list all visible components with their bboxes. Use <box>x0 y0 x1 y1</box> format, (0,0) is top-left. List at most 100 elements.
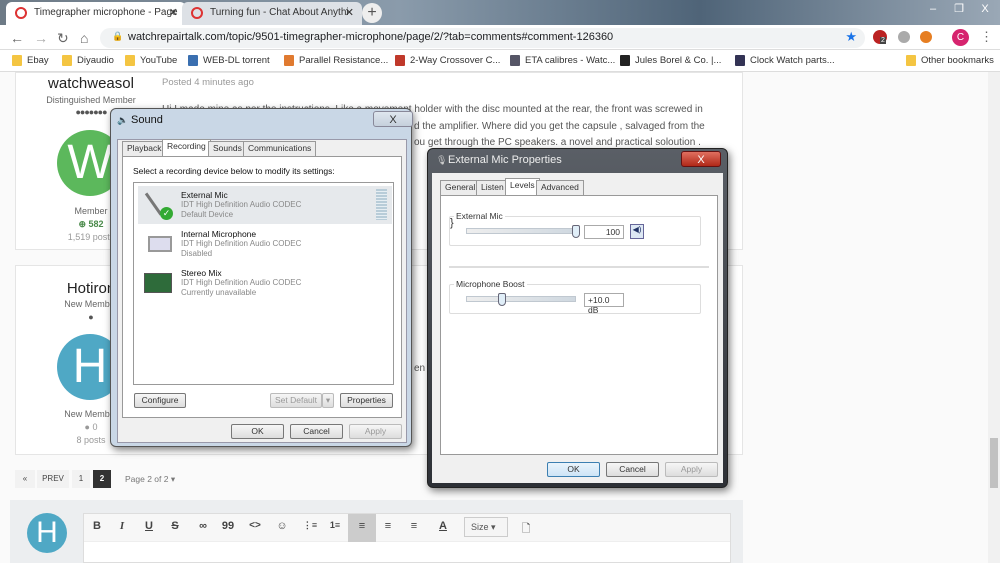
ok-button[interactable]: OK <box>547 462 600 477</box>
maximize-button[interactable]: ❐ <box>946 0 972 18</box>
link-icon[interactable]: ∞ <box>193 520 213 532</box>
tab-playback[interactable]: Playback <box>122 141 167 156</box>
instruction-text: Select a recording device below to modif… <box>133 166 335 176</box>
align-right-icon[interactable]: ≡ <box>404 520 424 532</box>
site-favicon <box>15 7 27 19</box>
emoji-icon[interactable]: ☺ <box>272 520 292 532</box>
device-status: Currently unavailable <box>181 288 257 297</box>
recording-panel: Select a recording device below to modif… <box>122 156 402 418</box>
set-default-button[interactable]: Set Default <box>270 393 322 408</box>
laptop-microphone-icon <box>142 228 174 260</box>
speaker-icon: 🔈 <box>117 115 129 125</box>
boost-value: +10.0 dB <box>584 293 624 315</box>
code-icon[interactable]: <> <box>245 520 265 531</box>
cancel-button[interactable]: Cancel <box>290 424 343 439</box>
bookmark-clock-watch-parts[interactable]: Clock Watch parts... <box>735 55 835 66</box>
underline-button[interactable]: U <box>139 520 159 532</box>
profile-avatar[interactable]: C <box>952 29 969 46</box>
close-tab-icon[interactable]: ✕ <box>345 6 354 19</box>
other-bookmarks[interactable]: Other bookmarks <box>906 55 994 66</box>
align-center-icon[interactable]: ≡ <box>378 520 398 532</box>
numbered-list-icon[interactable]: 1≡ <box>325 520 345 530</box>
bookmark-youtube[interactable]: YouTube <box>125 55 177 66</box>
minimize-button[interactable]: – <box>920 0 946 18</box>
bookmark-ebay[interactable]: Ebay <box>12 55 49 66</box>
apply-button[interactable]: Apply <box>349 424 402 439</box>
tab-sounds[interactable]: Sounds <box>208 141 247 156</box>
boost-slider-thumb[interactable] <box>498 293 507 306</box>
tab-general[interactable]: General <box>440 180 481 195</box>
tab-listen[interactable]: Listen <box>476 180 509 195</box>
close-window-button[interactable]: X <box>972 0 998 18</box>
italic-button[interactable]: I <box>112 520 132 532</box>
prev-page-button[interactable]: PREV <box>37 470 69 488</box>
boost-slider[interactable] <box>466 296 576 302</box>
tab-levels[interactable]: Levels <box>505 178 540 195</box>
dialog-body: General Listen Levels Advanced External … <box>432 173 723 483</box>
page-1-button[interactable]: 1 <box>72 470 90 488</box>
sound-card-icon <box>142 267 174 299</box>
url-input[interactable]: 🔒 watchrepairtalk.com/topic/9501-timegrap… <box>100 28 865 48</box>
bookmark-parallel-resistance[interactable]: Parallel Resistance... <box>284 55 388 66</box>
mic-level-slider[interactable] <box>466 228 576 234</box>
tab-turning-fun[interactable]: Turning fun - Chat About Anythi ✕ <box>182 2 362 25</box>
device-name: External Mic <box>181 190 228 200</box>
bookmark-crossover[interactable]: 2-Way Crossover C... <box>395 55 500 66</box>
menu-icon[interactable]: ⋮ <box>980 29 993 45</box>
post-body-line: ou get through the PC speakers. a novel … <box>414 137 701 148</box>
bullet-list-icon[interactable]: ⋮≡ <box>300 520 320 531</box>
set-default-dropdown[interactable]: ▾ <box>322 393 334 408</box>
bookmark-jules-borel[interactable]: Jules Borel & Co. |... <box>620 55 721 66</box>
device-list[interactable]: ✓ External Mic IDT High Definition Audio… <box>133 182 394 385</box>
close-button[interactable]: X <box>373 111 413 127</box>
tab-communications[interactable]: Communications <box>243 141 317 156</box>
close-tab-icon[interactable]: ✕ <box>169 6 178 19</box>
page-2-button[interactable]: 2 <box>93 470 111 488</box>
bookmark-eta-calibres[interactable]: ETA calibres - Watc... <box>510 55 615 66</box>
close-button[interactable]: X <box>681 151 721 167</box>
device-stereo-mix[interactable]: Stereo Mix IDT High Definition Audio COD… <box>138 264 392 302</box>
bookmark-diyaudio[interactable]: Diyaudio <box>62 55 114 66</box>
tab-timegrapher[interactable]: Timegrapher microphone - Page ✕ <box>6 2 186 25</box>
bookmark-star-icon[interactable]: ★ <box>845 29 857 45</box>
mute-toggle-speaker-icon[interactable]: ◀) <box>630 224 644 239</box>
new-tab-button[interactable]: + <box>362 3 382 23</box>
cancel-button[interactable]: Cancel <box>606 462 659 477</box>
home-icon[interactable]: ⌂ <box>80 30 88 46</box>
url-text: watchrepairtalk.com/topic/9501-timegraph… <box>128 31 614 43</box>
configure-button[interactable]: Configure <box>134 393 186 408</box>
back-icon[interactable]: ← <box>10 30 24 46</box>
page-jump-dropdown[interactable]: Page 2 of 2 ▾ <box>125 474 175 485</box>
reputation-count: 582 <box>88 219 104 229</box>
avatar: H <box>27 513 67 553</box>
extension-icon[interactable]: 2 <box>873 30 887 44</box>
group-label: External Mic <box>454 211 505 221</box>
mic-level-input[interactable]: 100 <box>584 225 624 239</box>
scrollbar[interactable] <box>988 72 1000 563</box>
reload-icon[interactable]: ↻ <box>57 30 69 47</box>
mic-level-slider-thumb[interactable] <box>572 225 580 238</box>
post-timestamp[interactable]: Posted 4 minutes ago <box>162 77 254 88</box>
font-color-icon[interactable]: A <box>433 520 453 532</box>
preview-icon[interactable]: 🗋 <box>516 520 536 539</box>
author-rank: Distinguished Member <box>46 95 136 105</box>
device-internal-microphone[interactable]: Internal Microphone IDT High Definition … <box>138 225 392 263</box>
tab-advanced[interactable]: Advanced <box>536 180 584 195</box>
align-left-button[interactable]: ≡ <box>348 514 376 542</box>
forward-icon[interactable]: → <box>34 30 48 46</box>
quote-icon[interactable]: 99 <box>218 520 238 532</box>
device-external-mic[interactable]: ✓ External Mic IDT High Definition Audio… <box>138 186 392 224</box>
apply-button[interactable]: Apply <box>665 462 718 477</box>
bold-button[interactable]: B <box>87 520 107 532</box>
first-page-button[interactable]: « <box>15 470 35 488</box>
tab-recording[interactable]: Recording <box>162 139 211 156</box>
address-bar-row: ← → ↻ ⌂ 🔒 watchrepairtalk.com/topic/9501-… <box>0 25 1000 50</box>
ok-button[interactable]: OK <box>231 424 284 439</box>
extension-icon[interactable] <box>920 31 932 43</box>
properties-button[interactable]: Properties <box>340 393 393 408</box>
strikethrough-button[interactable]: S <box>165 520 185 532</box>
bookmark-web-dl[interactable]: WEB-DL torrent <box>188 55 270 66</box>
extension-icon[interactable] <box>898 31 910 43</box>
post-author[interactable]: watchweasol <box>16 75 166 92</box>
font-size-dropdown[interactable]: Size ▾ <box>464 517 508 537</box>
